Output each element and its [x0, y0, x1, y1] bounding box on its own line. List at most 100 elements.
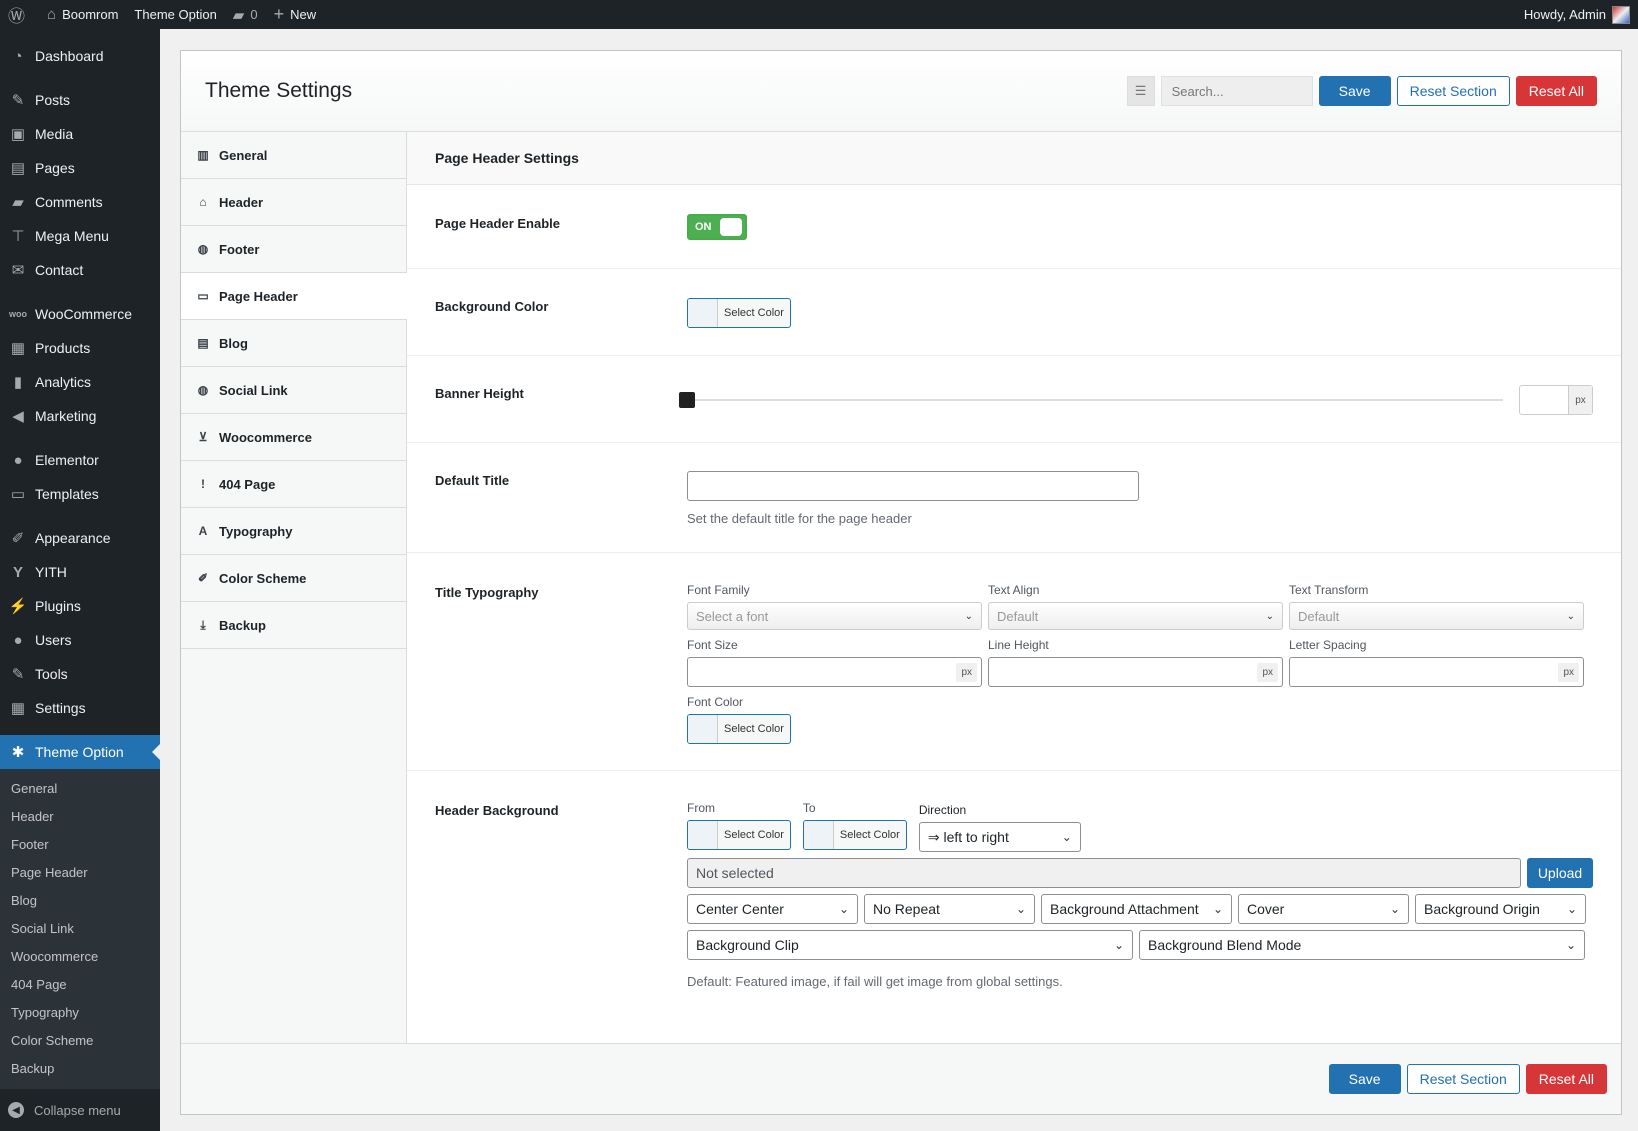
- menu-settings[interactable]: ▦ Settings: [0, 691, 160, 725]
- menu-users[interactable]: ● Users: [0, 623, 160, 657]
- theme-settings-panel: Theme Settings ☰ Search... Save Reset Se…: [180, 50, 1622, 1115]
- background-size-select[interactable]: Cover ⌄: [1238, 894, 1409, 924]
- elementor-icon: ●: [13, 451, 23, 469]
- letter-spacing-input[interactable]: px: [1289, 657, 1584, 687]
- text-transform-select[interactable]: Default ⌄: [1289, 602, 1584, 630]
- footer-save-button[interactable]: Save: [1328, 1064, 1401, 1094]
- menu-dashboard[interactable]: ◔ Dashboard: [0, 39, 160, 73]
- menu-templates[interactable]: ▭ Templates: [0, 477, 160, 511]
- menu-posts[interactable]: ✎ Posts: [0, 83, 160, 117]
- image-icon: ▭: [197, 289, 209, 303]
- banner-height-input[interactable]: px: [1519, 385, 1593, 415]
- account-menu[interactable]: Howdy, Admin: [1524, 5, 1638, 24]
- submenu-backup[interactable]: Backup: [0, 1055, 160, 1083]
- menu-woocommerce[interactable]: woo WooCommerce: [0, 297, 160, 331]
- save-button[interactable]: Save: [1318, 76, 1391, 106]
- font-family-select[interactable]: Select a font ⌄: [687, 602, 982, 630]
- background-clip-select[interactable]: Background Clip ⌄: [687, 930, 1133, 960]
- font-size-input[interactable]: px: [687, 657, 982, 687]
- banner-height-slider[interactable]: [679, 392, 1503, 408]
- slider-handle[interactable]: [679, 392, 695, 408]
- menu-yith[interactable]: Y YITH: [0, 555, 160, 589]
- footer-reset-all-button[interactable]: Reset All: [1525, 1064, 1607, 1094]
- submenu-page-header[interactable]: Page Header: [0, 859, 160, 887]
- nav-woocommerce[interactable]: ⊻ Woocommerce: [181, 414, 406, 461]
- menu-appearance[interactable]: ✐ Appearance: [0, 521, 160, 555]
- submenu-woocommerce[interactable]: Woocommerce: [0, 943, 160, 971]
- nav-page-header[interactable]: ▭ Page Header: [181, 273, 407, 320]
- document-icon: ▤: [197, 336, 209, 350]
- admin-bar: Ⓦ ⌂ Boomrom Theme Option ▰ 0 + New Howdy, A…: [0, 0, 1638, 29]
- menu-media[interactable]: ▣ Media: [0, 117, 160, 151]
- menu-marketing[interactable]: ◀ Marketing: [0, 399, 160, 433]
- upload-button[interactable]: Upload: [1527, 858, 1593, 888]
- footer-reset-section-button[interactable]: Reset Section: [1406, 1064, 1520, 1094]
- search-input[interactable]: Search...: [1160, 76, 1313, 106]
- new-content-link[interactable]: + New: [266, 0, 325, 29]
- nav-footer[interactable]: ◍ Footer: [181, 226, 406, 273]
- background-attachment-select[interactable]: Background Attachment ⌄: [1041, 894, 1232, 924]
- text-align-select[interactable]: Default ⌄: [988, 602, 1283, 630]
- submenu-color-scheme[interactable]: Color Scheme: [0, 1027, 160, 1055]
- wrench-icon: ✎: [11, 666, 25, 683]
- site-name-link[interactable]: ⌂ Boomrom: [39, 0, 126, 29]
- gradient-to-picker[interactable]: Select Color: [802, 820, 907, 850]
- font-color-picker[interactable]: Select Color: [687, 714, 791, 744]
- field-label: Background Color: [435, 299, 549, 314]
- comments-link[interactable]: ▰ 0: [225, 0, 266, 29]
- nav-404-page[interactable]: ! 404 Page: [181, 461, 406, 508]
- chevron-down-icon: ⌄: [1566, 902, 1577, 916]
- submenu-header[interactable]: Header: [0, 803, 160, 831]
- submenu-blog[interactable]: Blog: [0, 887, 160, 915]
- menu-products[interactable]: ▦ Products: [0, 331, 160, 365]
- background-repeat-select[interactable]: No Repeat ⌄: [864, 894, 1035, 924]
- submenu-footer[interactable]: Footer: [0, 831, 160, 859]
- folder-icon: ▭: [10, 486, 26, 503]
- nav-color-scheme[interactable]: ✐ Color Scheme: [181, 555, 406, 602]
- submenu-404-page[interactable]: 404 Page: [0, 971, 160, 999]
- download-icon: ⤓: [200, 617, 206, 632]
- background-origin-select[interactable]: Background Origin ⌄: [1415, 894, 1586, 924]
- nav-backup[interactable]: ⤓ Backup: [181, 602, 406, 649]
- color-swatch: [688, 821, 718, 849]
- default-title-input[interactable]: [687, 471, 1139, 501]
- collapse-menu-button[interactable]: ◀ Collapse menu: [0, 1093, 160, 1127]
- submenu-general[interactable]: General: [0, 775, 160, 803]
- expand-options-icon[interactable]: ☰: [1126, 76, 1155, 106]
- page-title: Theme Settings: [205, 79, 353, 102]
- menu-tools[interactable]: ✎ Tools: [0, 657, 160, 691]
- menu-plugins[interactable]: ⚡ Plugins: [0, 589, 160, 623]
- menu-contact[interactable]: ✉ Contact: [0, 253, 160, 287]
- menu-elementor[interactable]: ● Elementor: [0, 443, 160, 477]
- nav-general[interactable]: ▥ General: [181, 132, 406, 179]
- nav-typography[interactable]: A Typography: [181, 508, 406, 555]
- page-header-toggle[interactable]: ON: [687, 214, 747, 240]
- cart-icon: ⊻: [198, 430, 208, 444]
- nav-header[interactable]: ⌂ Header: [181, 179, 406, 226]
- reset-all-button[interactable]: Reset All: [1515, 76, 1597, 106]
- menu-mega-menu[interactable]: ⊤ Mega Menu: [0, 219, 160, 253]
- avatar: [1612, 5, 1630, 24]
- menu-comments[interactable]: ▰ Comments: [0, 185, 160, 219]
- submenu-social-link[interactable]: Social Link: [0, 915, 160, 943]
- submenu-typography[interactable]: Typography: [0, 999, 160, 1027]
- menu-pages[interactable]: ▤ Pages: [0, 151, 160, 185]
- background-blend-mode-select[interactable]: Background Blend Mode ⌄: [1139, 930, 1585, 960]
- chevron-down-icon: ⌄: [838, 902, 849, 916]
- background-position-select[interactable]: Center Center ⌄: [687, 894, 858, 924]
- reset-section-button[interactable]: Reset Section: [1396, 76, 1510, 106]
- menu-analytics[interactable]: ▮ Analytics: [0, 365, 160, 399]
- background-color-picker[interactable]: Select Color: [687, 298, 791, 328]
- building-icon: ▥: [197, 148, 209, 162]
- theme-option-link[interactable]: Theme Option: [126, 0, 224, 29]
- menu-theme-option[interactable]: ✱ Theme Option: [0, 735, 160, 769]
- line-height-input[interactable]: px: [988, 657, 1283, 687]
- field-label: Title Typography: [435, 585, 539, 600]
- wordpress-logo-icon[interactable]: Ⓦ: [0, 0, 39, 29]
- line-height-label: Line Height: [988, 638, 1049, 652]
- nav-social-link[interactable]: ◍ Social Link: [181, 367, 406, 414]
- gradient-from-picker[interactable]: Select Color: [687, 820, 791, 850]
- direction-select[interactable]: ⇒ left to right ⌄: [918, 822, 1081, 852]
- nav-blog[interactable]: ▤ Blog: [181, 320, 406, 367]
- settings-icon: ▦: [10, 700, 26, 717]
